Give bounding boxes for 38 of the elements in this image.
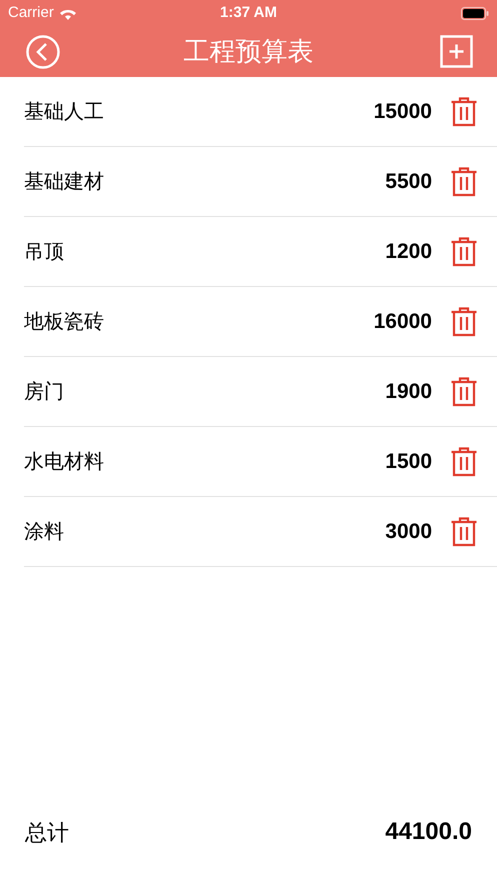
item-name: 基础建材 (24, 170, 105, 194)
battery-icon (461, 6, 489, 20)
total-value: 44100.0 (385, 817, 472, 847)
trash-icon (450, 376, 478, 406)
item-name: 地板瓷砖 (24, 310, 105, 334)
trash-icon (450, 166, 478, 196)
item-amount: 5500 (385, 168, 432, 195)
item-amount: 1900 (385, 378, 432, 405)
time-label: 1:37 AM (220, 2, 277, 23)
item-amount: 15000 (374, 98, 432, 125)
back-button[interactable] (26, 34, 60, 68)
trash-icon (450, 516, 478, 546)
delete-button[interactable] (450, 166, 478, 196)
item-amount: 16000 (374, 308, 432, 335)
item-amount: 3000 (385, 518, 432, 545)
back-icon (26, 34, 60, 68)
item-name: 基础人工 (24, 100, 105, 124)
add-button[interactable] (440, 35, 473, 68)
item-name: 涂料 (24, 520, 65, 544)
item-amount: 1500 (385, 448, 432, 475)
add-icon (440, 35, 473, 68)
item-name: 房门 (24, 380, 65, 404)
total-label: 总计 (25, 818, 69, 846)
trash-icon (450, 96, 478, 126)
carrier-label: Carrier (8, 2, 54, 23)
delete-button[interactable] (450, 376, 478, 406)
page-title: 工程预算表 (184, 35, 314, 68)
trash-icon (450, 306, 478, 336)
delete-button[interactable] (450, 96, 478, 126)
delete-button[interactable] (450, 236, 478, 266)
item-amount: 1200 (385, 238, 432, 265)
trash-icon (450, 236, 478, 266)
item-name: 吊顶 (24, 240, 65, 264)
delete-button[interactable] (450, 306, 478, 336)
trash-icon (450, 446, 478, 476)
item-name: 水电材料 (24, 450, 105, 474)
delete-button[interactable] (450, 516, 478, 546)
delete-button[interactable] (450, 446, 478, 476)
